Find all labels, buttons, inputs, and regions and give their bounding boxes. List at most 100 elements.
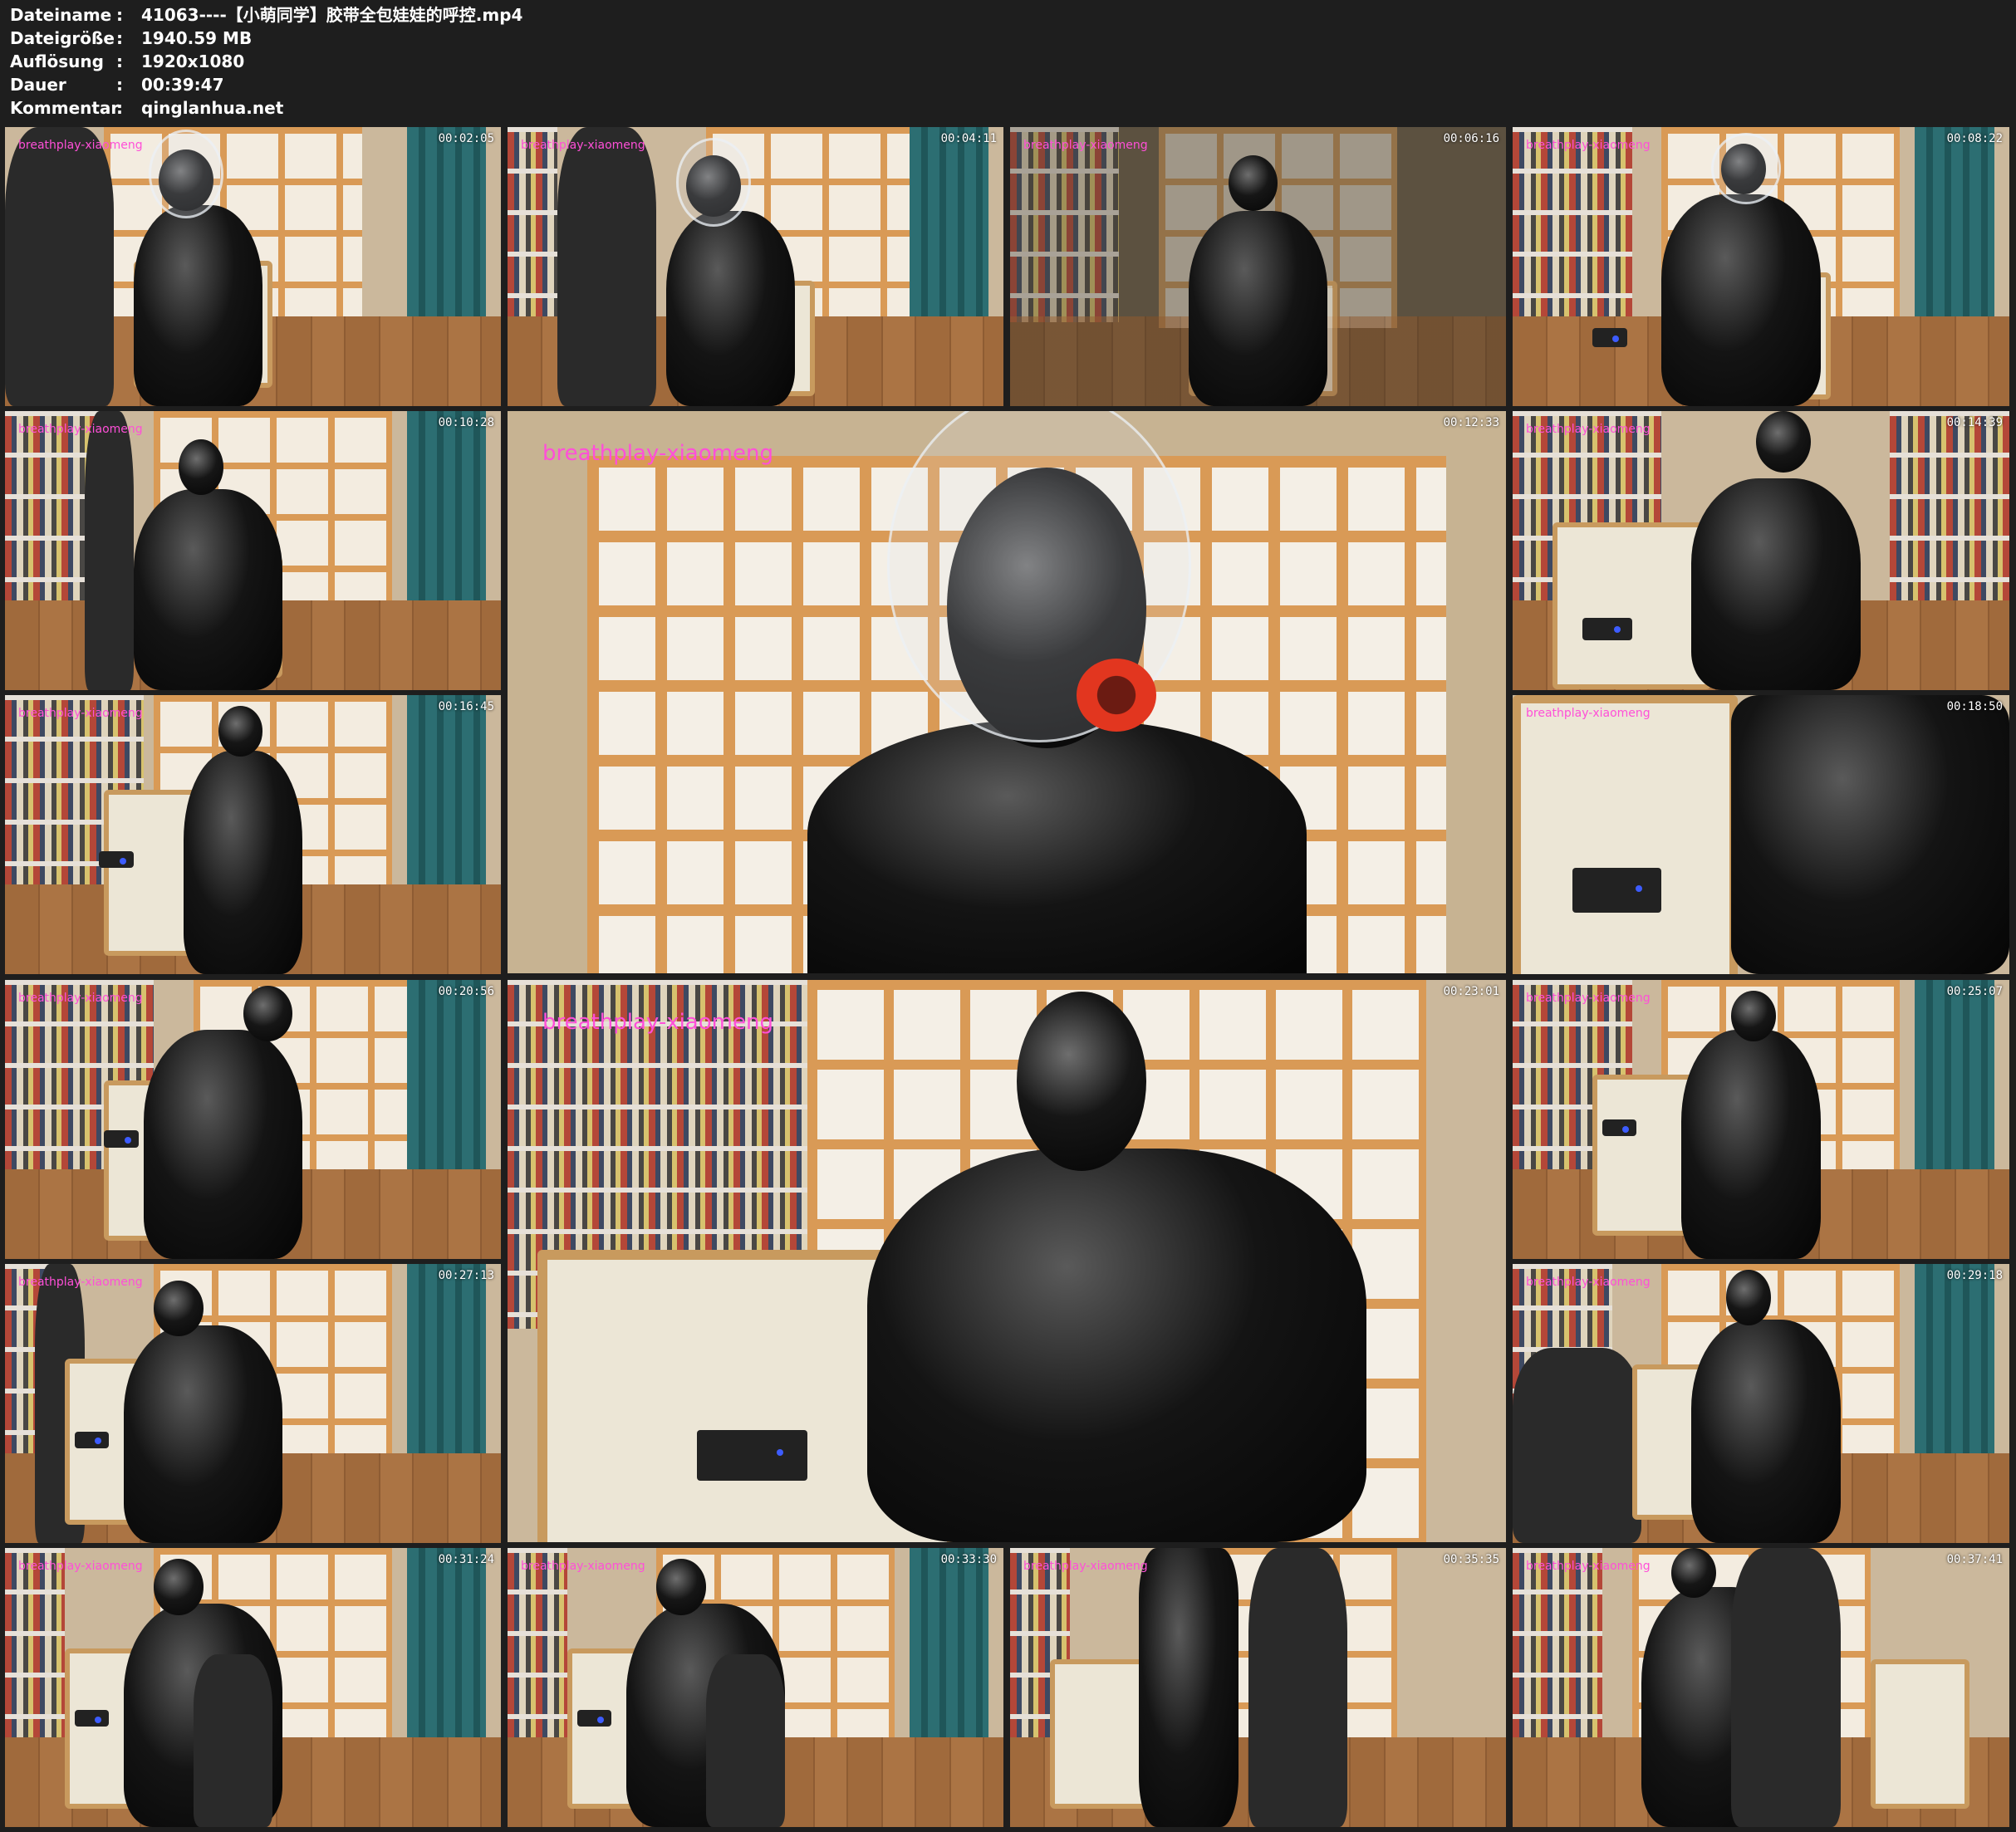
control-box xyxy=(74,1709,110,1727)
red-valve-fitting xyxy=(1077,658,1157,732)
info-separator: : xyxy=(116,28,123,48)
standing-person xyxy=(557,127,657,406)
figure-head xyxy=(1017,991,1147,1172)
watermark-text: breathplay-xiaomeng xyxy=(1526,423,1651,436)
figure-head xyxy=(1731,991,1776,1041)
timestamp: 00:14:39 xyxy=(1946,416,2003,429)
thumbnail-frame: breathplay-xiaomeng 00:29:18 xyxy=(1513,1264,2009,1543)
timestamp: 00:27:13 xyxy=(438,1269,494,1282)
figure-head xyxy=(1756,411,1811,473)
wrapped-figure xyxy=(124,1325,283,1543)
watermark-text: breathplay-xiaomeng xyxy=(1526,707,1651,720)
info-separator: : xyxy=(116,51,123,71)
thumbnail-frame: breathplay-xiaomeng 00:27:13 xyxy=(5,1264,501,1543)
thumbnail-frame: breathplay-xiaomeng 00:23:01 xyxy=(508,980,1506,1542)
info-value: qinglanhua.net xyxy=(141,98,284,118)
timestamp: 00:02:05 xyxy=(438,132,494,145)
kneeling-person xyxy=(705,1653,786,1827)
info-value: 00:39:47 xyxy=(141,75,224,95)
wrapped-figure xyxy=(866,1149,1366,1542)
watermark-text: breathplay-xiaomeng xyxy=(18,707,143,720)
bookshelf xyxy=(508,127,557,323)
wrapped-figure xyxy=(1731,695,2009,974)
standing-person xyxy=(84,411,135,690)
wrapped-figure xyxy=(1681,1030,1821,1259)
thumbnail-frame: breathplay-xiaomeng 00:08:22 xyxy=(1513,127,2009,406)
figure-head xyxy=(1726,1269,1771,1325)
watermark-text: breathplay-xiaomeng xyxy=(542,1010,773,1035)
watermark-text: breathplay-xiaomeng xyxy=(18,139,143,152)
thumbnail-frame: breathplay-xiaomeng 00:20:56 xyxy=(5,980,501,1259)
timestamp: 00:37:41 xyxy=(1946,1553,2003,1566)
plastic-bubble-helmet xyxy=(149,130,223,219)
info-value: 1940.59 MB xyxy=(141,28,253,48)
bookshelf xyxy=(1010,127,1120,323)
figure-head xyxy=(178,438,223,495)
watermark-text: breathplay-xiaomeng xyxy=(1023,139,1148,152)
control-box xyxy=(576,1709,612,1727)
timestamp: 00:35:35 xyxy=(1443,1553,1499,1566)
figure-head xyxy=(154,1281,204,1337)
control-box xyxy=(1582,617,1632,640)
kneeling-person xyxy=(1513,1347,1642,1543)
thumbnail-frame: breathplay-xiaomeng 00:12:33 xyxy=(508,411,1506,973)
control-box xyxy=(104,1130,140,1148)
bookshelf xyxy=(1890,411,2009,607)
timestamp: 00:20:56 xyxy=(438,985,494,998)
info-separator: : xyxy=(116,75,123,95)
control-box xyxy=(697,1429,807,1481)
thumbnail-frame: breathplay-xiaomeng 00:02:05 xyxy=(5,127,501,406)
watermark-text: breathplay-xiaomeng xyxy=(1526,139,1651,152)
thumbnail-frame: breathplay-xiaomeng 00:16:45 xyxy=(5,695,501,974)
wrapped-figure xyxy=(144,1030,303,1259)
info-row-filesize: Dateigröße:1940.59 MB xyxy=(10,27,252,50)
figure-head xyxy=(243,985,293,1041)
timestamp: 00:29:18 xyxy=(1946,1269,2003,1282)
info-row-resolution: Auflösung:1920x1080 xyxy=(10,50,244,73)
info-row-filename: Dateiname:41063----【小萌同学】胶带全包娃娃的呼控.mp4 xyxy=(10,3,522,27)
watermark-text: breathplay-xiaomeng xyxy=(18,423,143,436)
watermark-text: breathplay-xiaomeng xyxy=(542,441,773,466)
timestamp: 00:12:33 xyxy=(1443,416,1499,429)
info-label: Dateiname xyxy=(10,5,112,25)
timestamp: 00:23:01 xyxy=(1443,985,1499,998)
info-row-duration: Dauer:00:39:47 xyxy=(10,73,224,96)
info-value: 1920x1080 xyxy=(141,51,245,71)
thumbnail-frame: breathplay-xiaomeng 00:14:39 xyxy=(1513,411,2009,690)
thumbnail-frame: breathplay-xiaomeng 00:33:30 xyxy=(508,1548,1003,1827)
watermark-text: breathplay-xiaomeng xyxy=(18,1560,143,1573)
timestamp: 00:10:28 xyxy=(438,416,494,429)
info-separator: : xyxy=(116,98,123,118)
watermark-text: breathplay-xiaomeng xyxy=(18,992,143,1005)
timestamp: 00:25:07 xyxy=(1946,985,2003,998)
watermark-text: breathplay-xiaomeng xyxy=(1526,1560,1651,1573)
timestamp: 00:04:11 xyxy=(940,132,997,145)
thumbnail-frame: breathplay-xiaomeng 00:06:16 xyxy=(1010,127,1506,406)
timestamp: 00:08:22 xyxy=(1946,132,2003,145)
wrapped-figure xyxy=(134,489,283,690)
thumbnail-frame: breathplay-xiaomeng 00:10:28 xyxy=(5,411,501,690)
bookshelf xyxy=(1513,1548,1602,1744)
figure-head xyxy=(218,706,263,757)
standing-person xyxy=(1248,1548,1347,1827)
thumbnail-frame: breathplay-xiaomeng 00:18:50 xyxy=(1513,695,2009,974)
control-box xyxy=(1572,868,1662,914)
timestamp: 00:33:30 xyxy=(940,1553,997,1566)
control-box xyxy=(99,851,135,869)
thumbnail-frame: breathplay-xiaomeng 00:35:35 xyxy=(1010,1548,1506,1827)
info-value: 41063----【小萌同学】胶带全包娃娃的呼控.mp4 xyxy=(141,5,523,25)
thumbnail-frame: breathplay-xiaomeng 00:31:24 xyxy=(5,1548,501,1827)
bookshelf xyxy=(5,1548,65,1744)
figure-head xyxy=(656,1559,706,1615)
wrapped-figure xyxy=(1661,193,1821,406)
watermark-text: breathplay-xiaomeng xyxy=(1023,1560,1148,1573)
info-label: Dauer xyxy=(10,75,66,95)
watermark-text: breathplay-xiaomeng xyxy=(1526,992,1651,1005)
thumbnail-frame: breathplay-xiaomeng 00:25:07 xyxy=(1513,980,2009,1259)
bookshelf xyxy=(1513,127,1632,323)
info-row-comment: Kommentar: qinglanhua.net xyxy=(10,96,283,120)
thumbnail-frame: breathplay-xiaomeng 00:37:41 xyxy=(1513,1548,2009,1827)
figure-head xyxy=(1228,154,1278,211)
wrapped-figure xyxy=(1188,210,1328,406)
watermark-text: breathplay-xiaomeng xyxy=(521,139,645,152)
